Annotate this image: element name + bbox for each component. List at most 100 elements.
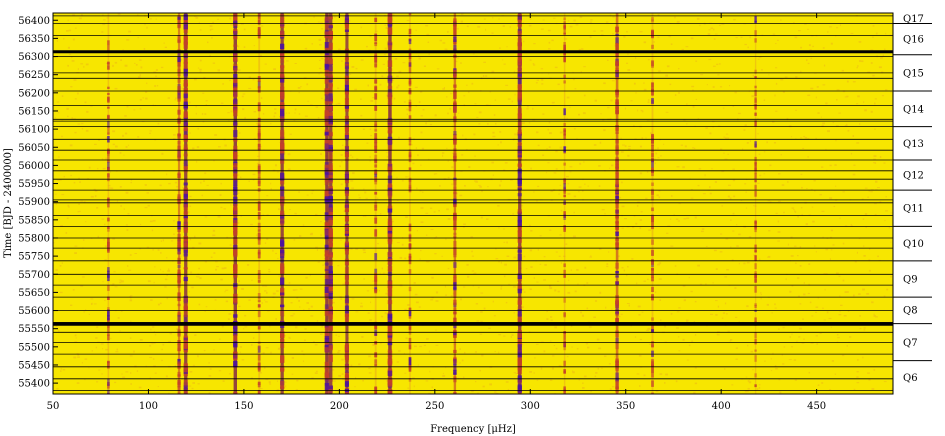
noise-speck [228, 313, 232, 315]
noise-speck [877, 187, 880, 189]
noise-speck [647, 59, 650, 61]
noise-speck [154, 334, 157, 336]
noise-speck [514, 133, 517, 136]
noise-speck [181, 87, 183, 90]
noise-speck [583, 375, 587, 378]
noise-speck [542, 154, 545, 156]
mode-blob [754, 278, 757, 283]
noise-speck [768, 230, 771, 232]
noise-speck [853, 388, 856, 391]
x-tick-label: 350 [616, 401, 635, 412]
mode-blob [324, 335, 330, 340]
noise-speck [295, 289, 298, 291]
noise-speck [856, 376, 859, 378]
noise-speck [198, 242, 202, 245]
noise-speck [884, 48, 886, 51]
noise-speck [337, 87, 340, 89]
noise-speck [858, 293, 861, 295]
noise-speck [166, 173, 168, 176]
noise-speck [549, 379, 553, 381]
noise-speck [600, 113, 602, 115]
noise-speck [859, 123, 861, 125]
noise-speck [406, 113, 408, 115]
noise-speck [523, 40, 525, 43]
noise-speck [643, 41, 647, 44]
noise-speck [802, 318, 804, 320]
noise-speck [335, 334, 337, 336]
noise-speck [220, 182, 222, 185]
noise-speck [74, 98, 77, 100]
noise-speck [702, 193, 706, 195]
x-tick-label: 250 [425, 401, 444, 412]
noise-speck [633, 82, 636, 85]
noise-speck [228, 373, 231, 375]
noise-speck [879, 156, 882, 158]
noise-speck [216, 266, 219, 268]
noise-speck [422, 191, 424, 193]
noise-speck [114, 87, 118, 90]
noise-speck [864, 213, 868, 215]
noise-speck [125, 191, 129, 194]
noise-speck [372, 97, 375, 99]
noise-speck [497, 144, 499, 146]
noise-speck [474, 155, 476, 157]
y-tick-label: 55550 [18, 324, 50, 335]
mode-blob [615, 172, 619, 179]
noise-speck [732, 230, 735, 232]
noise-speck [414, 86, 418, 88]
noise-speck [402, 62, 406, 64]
mode-blob [233, 99, 238, 105]
noise-speck [444, 285, 446, 288]
mode-blob [344, 248, 349, 255]
mode-blob [107, 132, 110, 135]
noise-speck [405, 337, 408, 340]
noise-speck [775, 367, 778, 370]
noise-speck [114, 286, 118, 288]
mode-blob [280, 267, 285, 274]
mode-blob [453, 372, 457, 375]
noise-speck [849, 336, 852, 338]
mode-blob [563, 128, 566, 133]
noise-speck [55, 269, 58, 271]
noise-speck [474, 103, 477, 105]
noise-speck [147, 280, 151, 283]
noise-speck [467, 275, 470, 278]
noise-speck [779, 391, 782, 394]
noise-speck [189, 101, 191, 104]
noise-speck [777, 220, 780, 223]
noise-speck [229, 244, 232, 246]
noise-speck [596, 338, 600, 341]
noise-speck [161, 152, 164, 155]
noise-speck [682, 166, 685, 169]
noise-speck [825, 248, 829, 251]
noise-speck [836, 27, 839, 29]
noise-speck [130, 372, 132, 374]
noise-speck [715, 300, 718, 302]
noise-speck [215, 261, 218, 263]
noise-speck [317, 261, 320, 263]
noise-speck [573, 19, 576, 22]
noise-speck [302, 224, 305, 226]
noise-speck [443, 87, 445, 89]
noise-speck [290, 315, 294, 317]
noise-speck [370, 135, 372, 137]
noise-speck [778, 328, 780, 330]
noise-speck [321, 28, 323, 30]
noise-speck [122, 134, 124, 137]
noise-speck [659, 373, 663, 375]
mode-blob [107, 334, 110, 341]
noise-speck [838, 275, 841, 277]
noise-speck [464, 185, 466, 187]
noise-speck [631, 258, 634, 260]
noise-speck [793, 359, 797, 361]
noise-speck [697, 118, 700, 119]
mode-blob [107, 106, 110, 109]
noise-speck [120, 205, 122, 207]
noise-speck [852, 81, 856, 83]
noise-speck [736, 224, 738, 226]
y-tick-label: 56150 [18, 106, 50, 117]
noise-speck [174, 181, 178, 184]
mode-blob [328, 259, 333, 265]
noise-speck [384, 47, 387, 50]
noise-speck [57, 111, 60, 114]
